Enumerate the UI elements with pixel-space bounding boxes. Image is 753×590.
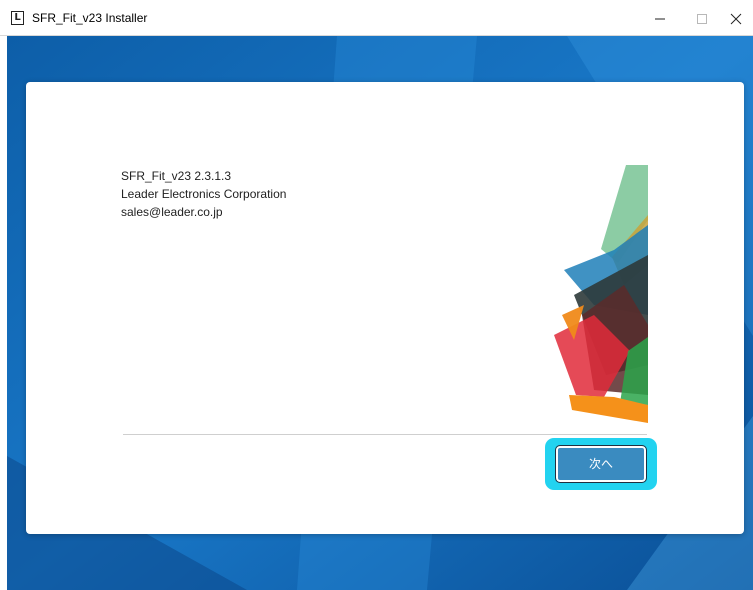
maximize-icon: [697, 14, 707, 24]
minimize-icon: [655, 18, 665, 20]
company-name: Leader Electronics Corporation: [121, 187, 287, 201]
product-info: SFR_Fit_v23 2.3.1.3 Leader Electronics C…: [121, 167, 286, 221]
footer-divider: [123, 434, 647, 435]
minimize-button[interactable]: [640, 0, 680, 36]
decorative-artwork: [554, 165, 648, 423]
installer-window: L SFR_Fit_v23 Installer SFR_Fit_v23 2.3.…: [0, 0, 753, 590]
close-button[interactable]: [719, 0, 753, 36]
app-logo-icon: L: [11, 11, 24, 25]
contact-email: sales@leader.co.jp: [121, 205, 223, 219]
window-title: SFR_Fit_v23 Installer: [32, 11, 148, 25]
next-button[interactable]: 次へ: [555, 445, 647, 483]
client-area: SFR_Fit_v23 2.3.1.3 Leader Electronics C…: [7, 36, 753, 590]
maximize-button[interactable]: [681, 0, 721, 36]
close-icon: [730, 13, 742, 25]
installer-panel: SFR_Fit_v23 2.3.1.3 Leader Electronics C…: [26, 82, 744, 534]
next-button-focus-ring[interactable]: 次へ: [545, 438, 657, 490]
title-bar[interactable]: L SFR_Fit_v23 Installer: [0, 0, 753, 36]
product-version: SFR_Fit_v23 2.3.1.3: [121, 169, 232, 183]
